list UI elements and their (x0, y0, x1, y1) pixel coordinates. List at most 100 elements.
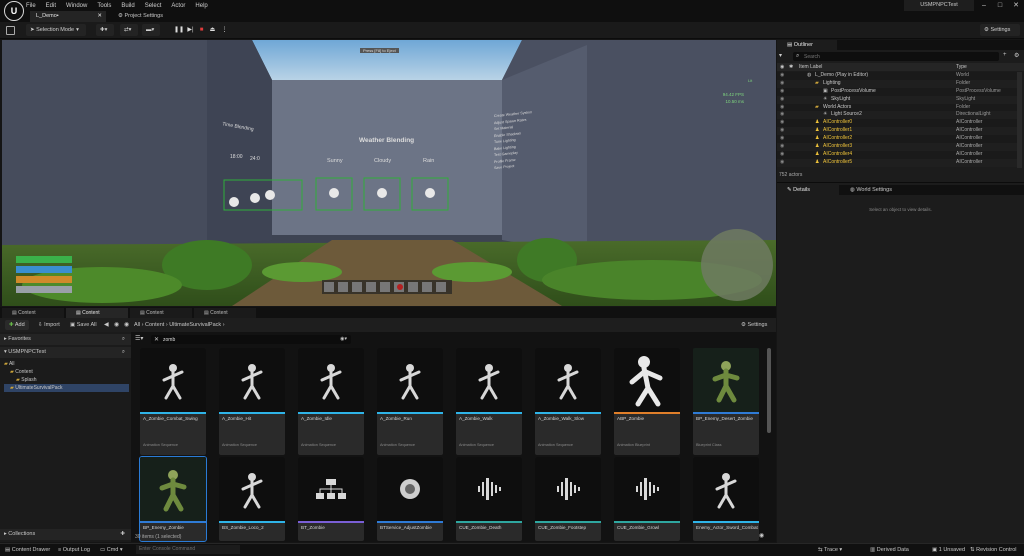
asset-tile[interactable]: BP_Enemy_Desert_Zombie Blueprint Class (693, 348, 759, 455)
asset-scrollbar[interactable] (767, 348, 771, 433)
asset-tile[interactable]: ABP_Zombie Animation Blueprint (614, 348, 680, 455)
visibility-eye-icon[interactable]: ◉ (780, 159, 784, 167)
asset-tile[interactable]: BP_Enemy_Zombie (139, 456, 207, 542)
clear-search-icon[interactable]: ✕ (154, 336, 159, 343)
tab-close-icon[interactable]: ✕ (97, 11, 102, 22)
tab-details[interactable]: ✎ Details (777, 185, 839, 195)
save-all-button[interactable]: ▣ Save All (70, 322, 97, 328)
outliner-row[interactable]: ◉ ☀ Light Source2 DirectionalLight (777, 111, 1017, 120)
collections-section[interactable]: ▸ Collections ✚ (0, 529, 131, 540)
menu-item-build[interactable]: Build (121, 3, 134, 9)
time-value-2[interactable]: 24:0 (250, 156, 260, 162)
output-log-button[interactable]: ≡ Output Log (58, 545, 90, 555)
folder-tree-item[interactable]: ▰ Splash (4, 376, 129, 384)
visibility-eye-icon[interactable]: ◉ (780, 143, 784, 151)
outliner-row[interactable]: ◉ ♟ AIController1 AIController (777, 127, 1017, 136)
add-filter-icon[interactable]: + (1003, 52, 1007, 58)
menu-item-tools[interactable]: Tools (97, 3, 111, 9)
visibility-eye-icon[interactable]: ◉ (780, 63, 784, 71)
weather-option-rain[interactable]: Rain (423, 158, 434, 164)
menu-item-edit[interactable]: Edit (46, 3, 56, 9)
settings-button[interactable]: ⚙ Settings (980, 24, 1020, 36)
tab-level[interactable]: L_Demo• ✕ (30, 11, 106, 22)
folder-tree-item[interactable]: ▰ All (4, 360, 129, 368)
visibility-eye-icon[interactable]: ◉ (780, 96, 784, 104)
project-section[interactable]: ▾ USMPNPCTest ⌕ (0, 347, 131, 358)
tab-world-settings[interactable]: ◍ World Settings (840, 185, 910, 195)
weather-option-sunny[interactable]: Sunny (327, 158, 343, 164)
derived-data-button[interactable]: ▥ Derived Data (870, 545, 909, 555)
outliner-row[interactable]: ◉ ◍ L_Demo (Play in Editor) World (777, 72, 1017, 80)
stop-icon[interactable]: ■ (197, 25, 206, 35)
pause-icon[interactable]: ❚❚ (174, 25, 184, 35)
breadcrumb-pack[interactable]: UltimateSurvivalPack (169, 322, 221, 328)
time-value-1[interactable]: 18:00 (230, 154, 243, 160)
save-icon[interactable] (6, 26, 15, 35)
eject-icon[interactable]: ⏏ (208, 25, 217, 35)
outliner-row[interactable]: ◉ ▣ PostProcessVolume PostProcessVolume (777, 87, 1017, 96)
asset-tile[interactable]: A_Zombie_Walk_Slow Animation Sequence (535, 348, 601, 455)
tab-content-browser[interactable]: ▤ Content Browse... (66, 308, 128, 326)
tab-content-browser[interactable]: ▤ Content Browse... (2, 308, 64, 326)
content-drawer-button[interactable]: ▤ Content Drawer (5, 545, 50, 555)
step-icon[interactable]: ▶| (186, 25, 195, 35)
breadcrumb-all[interactable]: All (134, 322, 140, 328)
menu-item-file[interactable]: File (26, 3, 36, 9)
asset-tile[interactable]: CUE_Zombie_Growl (614, 457, 680, 541)
menu-item-select[interactable]: Select (145, 3, 162, 9)
asset-tile[interactable]: BS_Zombie_Loco_2 (219, 457, 285, 541)
item-label-column[interactable]: Item Label (799, 63, 822, 71)
revision-control-button[interactable]: ⇅ Revision Control (970, 545, 1017, 555)
view-mode-label[interactable]: Lit (748, 78, 752, 83)
outliner-row[interactable]: ◉ ♟ AIController4 AIController (777, 150, 1017, 159)
menu-item-actor[interactable]: Actor (171, 3, 185, 9)
type-column[interactable]: Type (956, 63, 967, 71)
cinematics-button[interactable]: ▬▾ (142, 24, 160, 36)
outliner-row[interactable]: ◉ ♟ AIController0 AIController (777, 119, 1017, 128)
filter-icon[interactable]: ▾ (779, 52, 789, 61)
visibility-eye-icon[interactable]: ◉ (780, 151, 784, 159)
asset-tile[interactable]: Enemy_Actor_Sword_Combat (693, 457, 759, 541)
visibility-eye-icon[interactable]: ◉ (780, 104, 784, 112)
pin-icon[interactable]: ✱ (789, 63, 793, 71)
outliner-row[interactable]: ◉ ☀ SkyLight SkyLight (777, 95, 1017, 104)
asset-search-input[interactable]: ✕ zomb ◉▾ (151, 335, 351, 344)
visibility-eye-icon[interactable]: ◉ (780, 135, 784, 143)
favorites-section[interactable]: ▸ Favorites ⌕ (0, 334, 131, 345)
visibility-eye-icon[interactable]: ◉ (780, 127, 784, 135)
more-options-icon[interactable]: ⋮ (220, 25, 229, 35)
asset-tile[interactable]: A_Zombie_Run Animation Sequence (377, 348, 443, 455)
menu-item-window[interactable]: Window (66, 3, 87, 9)
outliner-scrollbar[interactable] (1017, 72, 1022, 168)
asset-tile[interactable]: CUE_Zombie_Footstep (535, 457, 601, 541)
outliner-row[interactable]: ◉ ♟ AIController5 AIController (777, 158, 1017, 167)
back-icon[interactable]: ◀ (104, 321, 109, 328)
outliner-row[interactable]: ◉ ▰ Lighting Folder (777, 79, 1017, 88)
visibility-eye-icon[interactable]: ◉ (780, 72, 784, 80)
level-viewport[interactable]: Press [F8] to Eject Weather Blending Sun… (2, 40, 776, 306)
history-icon[interactable]: ◉ (124, 321, 129, 328)
asset-tile[interactable]: A_Zombie_Walk Animation Sequence (456, 348, 522, 455)
cmd-dropdown[interactable]: ▭ Cmd ▾ (100, 545, 123, 555)
outliner-search-input[interactable]: ⌕ Search (793, 52, 999, 61)
settings-gear-icon[interactable]: ⚙ (1014, 52, 1019, 59)
maximize-icon[interactable]: □ (992, 0, 1008, 11)
add-actor-button[interactable]: ✚▾ (96, 24, 114, 36)
forward-icon[interactable]: ◉ (114, 321, 119, 328)
unreal-logo-icon[interactable]: U (4, 1, 24, 21)
blueprint-button[interactable]: ⇄▾ (120, 24, 138, 36)
weather-option-cloudy[interactable]: Cloudy (374, 158, 391, 164)
asset-tile[interactable]: BTService_AdjustZombie (377, 457, 443, 541)
visibility-eye-icon[interactable]: ◉ (780, 111, 784, 119)
asset-tile[interactable]: A_Zombie_Hit Animation Sequence (219, 348, 285, 455)
add-collection-icon[interactable]: ✚ (120, 529, 125, 540)
content-settings-button[interactable]: ⚙ Settings (741, 322, 767, 328)
import-button[interactable]: ⇩ Import (38, 322, 60, 328)
menu-item-help[interactable]: Help (195, 3, 207, 9)
search-options-icon[interactable]: ◉▾ (340, 336, 347, 342)
tab-project-settings[interactable]: ⚙ Project Settings (112, 11, 169, 22)
outliner-row[interactable]: ◉ ▰ World Actors Folder (777, 103, 1017, 112)
unsaved-button[interactable]: ▣ 1 Unsaved (932, 545, 965, 555)
folder-tree-item[interactable]: ▰ Content (4, 368, 129, 376)
asset-tile[interactable]: CUE_Zombie_Death (456, 457, 522, 541)
